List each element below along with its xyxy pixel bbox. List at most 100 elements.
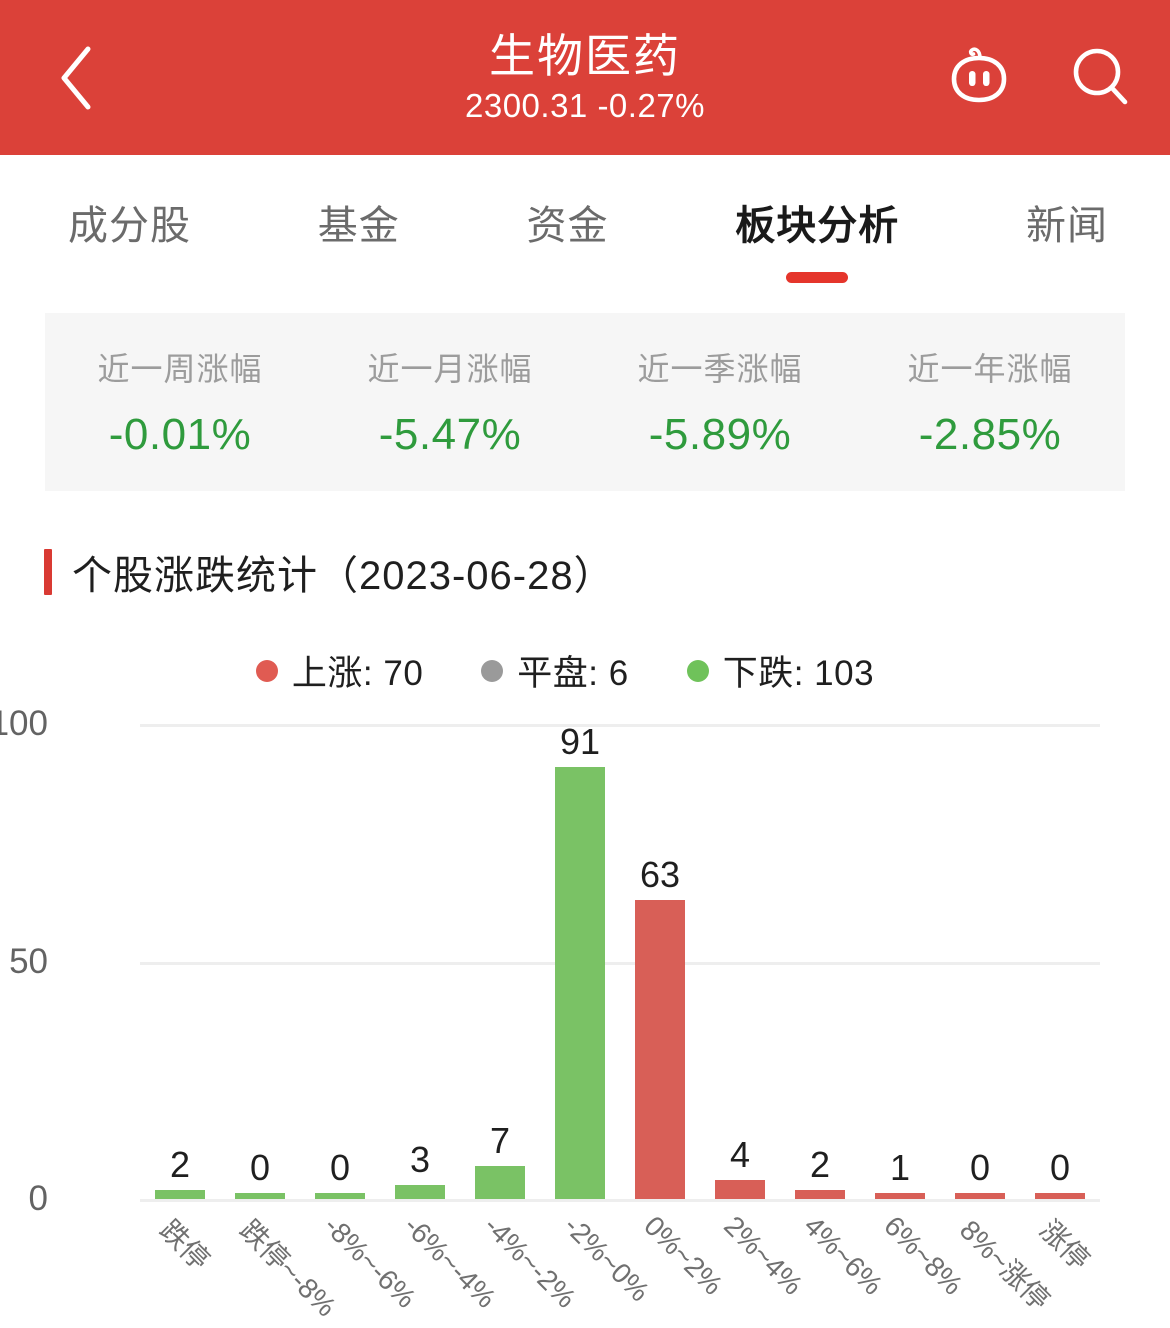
bar-value-label: 0 [329, 1147, 351, 1188]
tab-zijin[interactable]: 资金 [527, 193, 609, 257]
legend-item-up[interactable]: 上涨: 70 [255, 645, 423, 696]
bar-slot[interactable]: 1 [860, 724, 940, 1199]
chevron-left-icon [56, 45, 96, 111]
bars-layer: 2 0 0 3 7 91 63 4 2 1 0 0 [140, 721, 1100, 1199]
stat-label: 近一季涨幅 [637, 351, 803, 387]
legend-dot-icon [481, 659, 504, 682]
performance-stats-panel: 近一周涨幅 -0.01% 近一月涨幅 -5.47% 近一季涨幅 -5.89% 近… [45, 313, 1125, 491]
tab-label: 板块分析 [735, 204, 900, 248]
bar-value-label: 0 [969, 1147, 991, 1188]
y-axis-tick-label: 100 [0, 704, 48, 743]
index-value: 2300.31 -0.27% [464, 87, 705, 124]
x-label-slot: -2%~0% [540, 1206, 655, 1316]
bar-value-label: 0 [249, 1147, 271, 1188]
bar-slot[interactable]: 0 [1020, 724, 1100, 1199]
tab-jijin[interactable]: 基金 [318, 193, 400, 257]
tab-label: 新闻 [1026, 204, 1108, 248]
tab-label: 基金 [317, 204, 400, 248]
x-axis-tick-label: 涨停 [1033, 1214, 1096, 1276]
bar[interactable]: 4 [715, 1134, 765, 1199]
bar-slot[interactable]: 3 [380, 724, 460, 1199]
legend-dot-icon [255, 659, 278, 682]
x-label-slot: 8%~涨停 [940, 1206, 1056, 1316]
bar[interactable]: 0 [315, 1147, 365, 1199]
x-label-slot: -4%~-2% [460, 1206, 582, 1316]
bar-value-label: 4 [729, 1134, 751, 1175]
bar-slot[interactable]: 2 [780, 724, 860, 1199]
x-label-slot: -6%~-4% [380, 1206, 502, 1316]
x-label-slot: 跌停 [140, 1206, 220, 1316]
bar-value-label: 7 [489, 1119, 511, 1161]
x-axis-labels: 跌停 跌停~-8% -8%~-6% -6%~-4% -4%~-2% -2%~0% 0%~2%… [140, 1206, 1100, 1323]
bar[interactable]: 2 [155, 1144, 205, 1199]
stat-label: 近一周涨幅 [97, 351, 263, 387]
robot-icon[interactable] [944, 41, 1014, 115]
stat-year: 近一年涨幅 -2.85% [855, 344, 1125, 460]
app-header: 生物医药 2300.31 -0.27% [0, 0, 1170, 155]
legend-label: 平盘: 6 [517, 654, 629, 693]
tab-indicator [786, 272, 849, 283]
page-title: 生物医药 [488, 30, 681, 82]
search-icon[interactable] [1066, 42, 1134, 114]
stat-quarter: 近一季涨幅 -5.89% [585, 344, 855, 460]
bar[interactable]: 0 [235, 1147, 285, 1199]
bar-slot[interactable]: 7 [460, 724, 540, 1199]
tab-bar: 成分股 基金 资金 板块分析 新闻 [0, 155, 1170, 295]
distribution-bar-chart: 050100 20037916342100 跌停跌停~-8%-8%~-6%-6%… [0, 704, 1170, 1323]
plot-area: 050100 20037916342100 [0, 704, 1100, 1218]
bar-value-label: 1 [889, 1147, 911, 1188]
x-label-slot: 2%~4% [700, 1206, 809, 1316]
bar-slot[interactable]: 2 [140, 724, 220, 1199]
stat-value: -0.01% [108, 410, 252, 459]
legend-dot-icon [686, 659, 709, 682]
gridline [140, 1199, 1100, 1202]
tab-label: 成分股 [68, 204, 191, 248]
x-axis-tick-label: 跌停 [153, 1214, 216, 1276]
bar[interactable]: 91 [555, 721, 605, 1199]
stat-value: -5.47% [378, 410, 522, 459]
bar-value-label: 0 [1049, 1147, 1071, 1188]
bar-slot[interactable]: 0 [940, 724, 1020, 1199]
x-label-slot: 涨停 [1020, 1206, 1100, 1316]
tab-chengfengu[interactable]: 成分股 [68, 193, 191, 257]
y-axis-tick-label: 0 [28, 1179, 48, 1218]
bar[interactable]: 0 [955, 1147, 1005, 1199]
back-button[interactable] [48, 43, 104, 113]
bar-slot[interactable]: 4 [700, 724, 780, 1199]
stat-month: 近一月涨幅 -5.47% [315, 344, 585, 460]
bar-value-label: 2 [809, 1143, 831, 1185]
x-label-slot: 0%~2% [620, 1206, 729, 1316]
tab-xinwen[interactable]: 新闻 [1026, 193, 1108, 257]
stat-value: -5.89% [648, 410, 792, 459]
chart-legend: 上涨: 70 平盘: 6 下跌: 103 [0, 645, 1170, 696]
bar[interactable]: 0 [1035, 1147, 1085, 1199]
bar-slot[interactable]: 91 [540, 721, 620, 1199]
stat-value: -2.85% [918, 410, 1062, 459]
bar[interactable]: 63 [635, 854, 685, 1199]
bar[interactable]: 7 [475, 1120, 525, 1199]
section-title-text: 个股涨跌统计（2023-06-28） [72, 554, 615, 598]
header-actions [944, 41, 1134, 115]
y-axis-tick-label: 50 [9, 941, 48, 981]
bar[interactable]: 3 [395, 1139, 445, 1199]
legend-item-flat[interactable]: 平盘: 6 [481, 645, 628, 696]
section-header: 个股涨跌统计（2023-06-28） [44, 543, 1170, 601]
bar[interactable]: 1 [875, 1147, 925, 1199]
header-title-group: 生物医药 2300.31 -0.27% [465, 33, 705, 122]
bar-slot[interactable]: 63 [620, 724, 700, 1199]
x-label-slot: -8%~-6% [300, 1206, 422, 1316]
legend-item-down[interactable]: 下跌: 103 [686, 645, 875, 696]
x-label-slot: 跌停~-8% [220, 1206, 342, 1322]
section-accent-bar [44, 549, 52, 595]
legend-label: 下跌: 103 [722, 654, 875, 693]
tab-label: 资金 [526, 204, 609, 248]
x-label-slot: 4%~6% [780, 1206, 889, 1316]
tab-bankuaifenxi[interactable]: 板块分析 [735, 193, 900, 283]
bar-value-label: 91 [559, 720, 601, 762]
bar-slot[interactable]: 0 [220, 724, 300, 1199]
bar-value-label: 63 [639, 853, 681, 895]
bar-value-label: 3 [409, 1138, 431, 1180]
bar[interactable]: 2 [795, 1144, 845, 1199]
bar-slot[interactable]: 0 [300, 724, 380, 1199]
stat-label: 近一年涨幅 [907, 351, 1073, 387]
